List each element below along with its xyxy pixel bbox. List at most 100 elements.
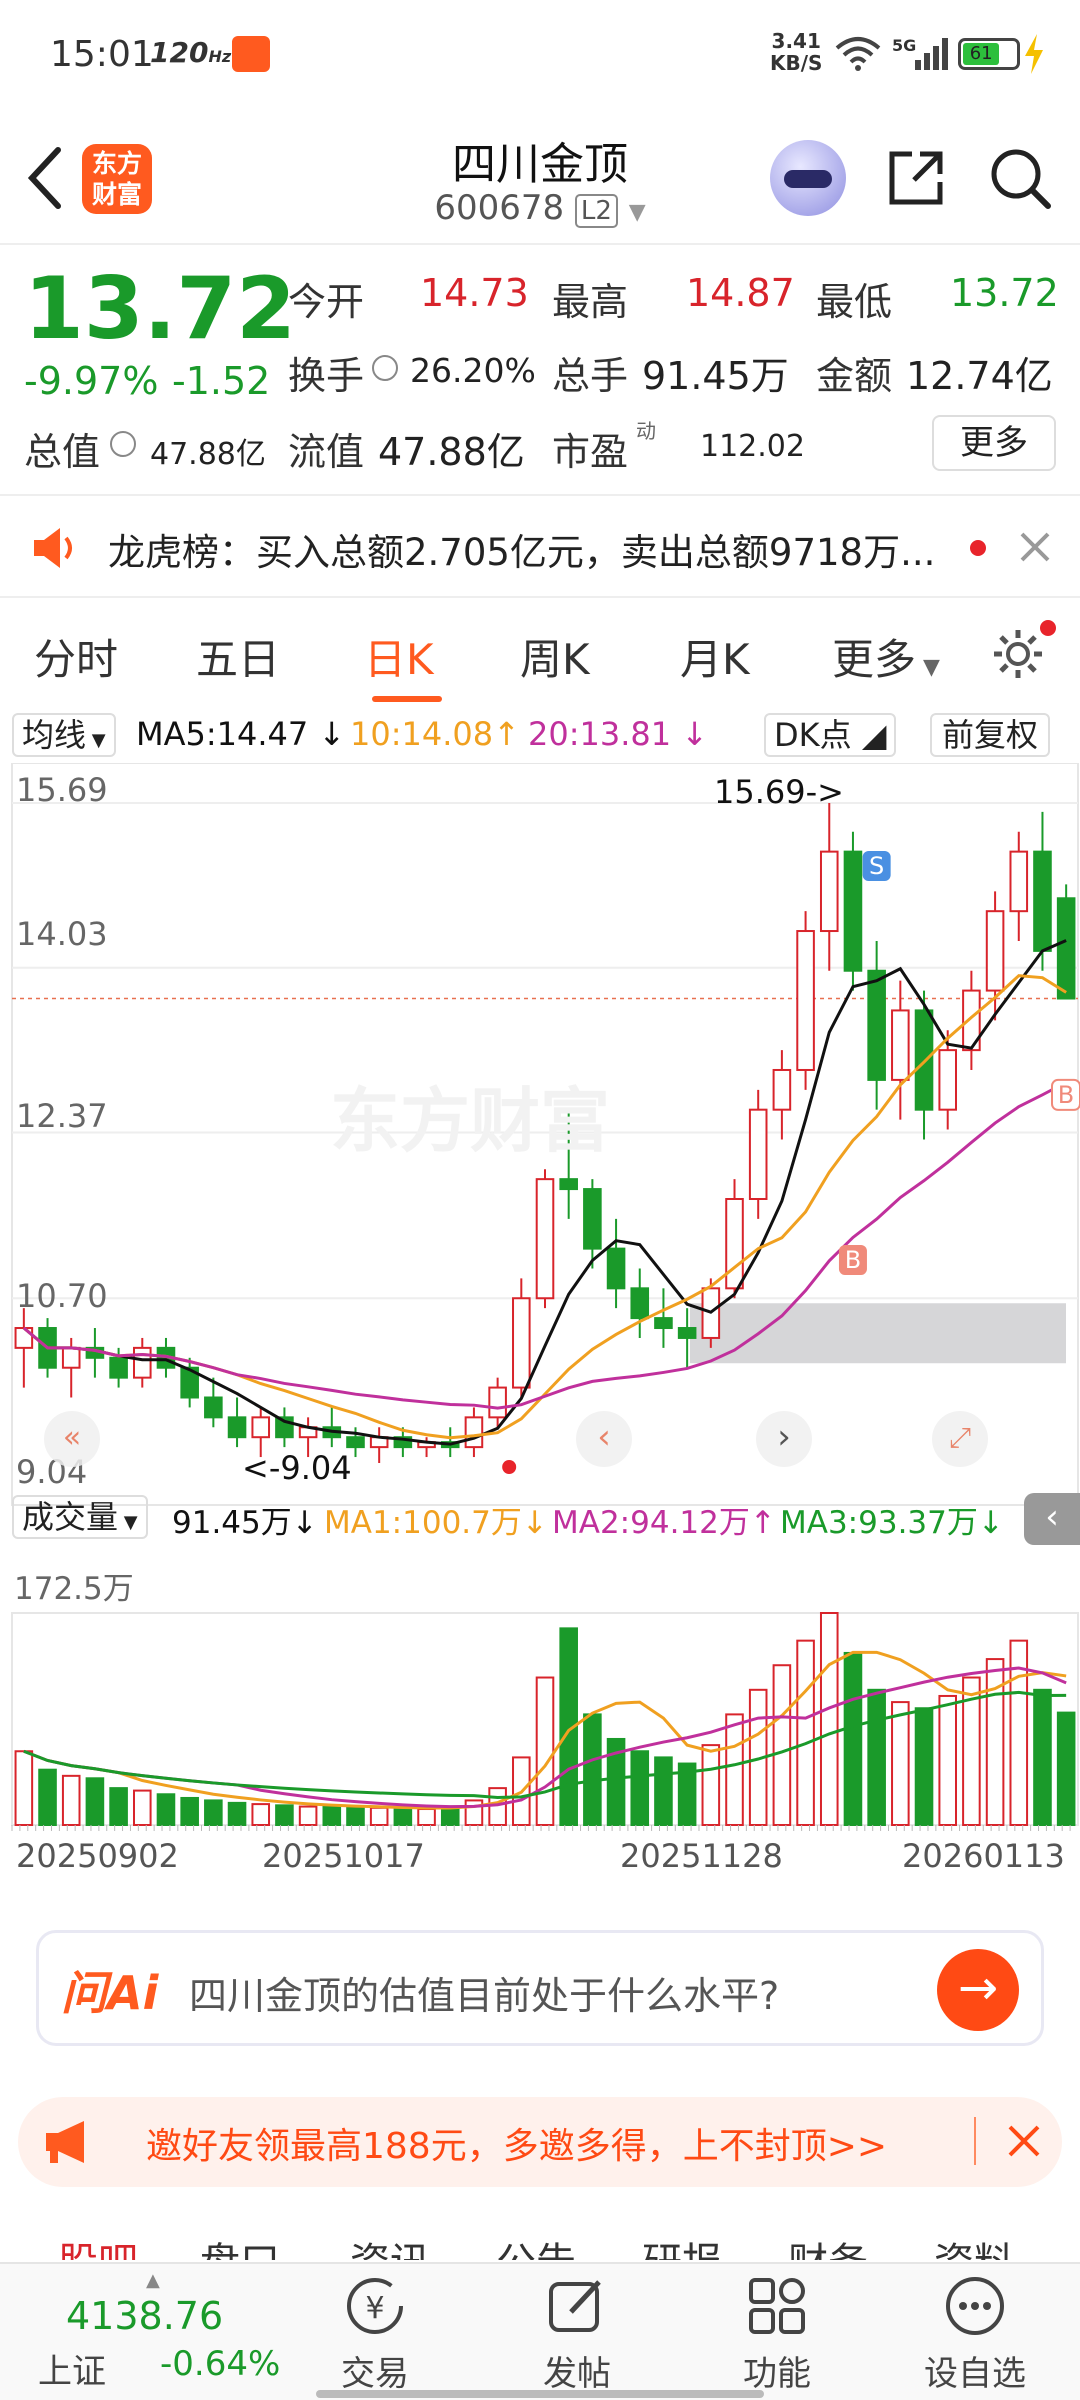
info-icon[interactable] — [110, 431, 136, 457]
market-cap-label: 总值 — [24, 430, 101, 474]
volume-bar — [61, 1774, 81, 1826]
candle — [985, 910, 1005, 992]
change-amount: -1.52 — [172, 359, 271, 403]
tab-more[interactable]: 更多 ▼ — [832, 626, 940, 687]
vol-ma2-label: MA2:94.12万↑ — [552, 1505, 776, 1541]
tab-guba[interactable]: 股吧 — [58, 2230, 138, 2260]
buy-marker-label: B — [1058, 1081, 1074, 1109]
close-icon[interactable] — [1018, 530, 1052, 564]
more-button[interactable]: 更多 — [932, 415, 1056, 471]
period-tabs: 分时 五日 日K 周K 月K 更多 ▼ — [0, 600, 1080, 705]
candle — [654, 1317, 673, 1330]
wifi-icon — [835, 37, 881, 71]
candle — [796, 930, 815, 1071]
tab-news[interactable]: 资讯 — [350, 2230, 430, 2260]
close-icon[interactable] — [1006, 2123, 1042, 2159]
tab-announcement[interactable]: 公告 — [496, 2230, 576, 2260]
volume-bar — [204, 1799, 223, 1826]
tab-profile[interactable]: 资料 — [934, 2230, 1014, 2260]
invite-banner[interactable]: 邀好友领最高188元，多邀多得，上不封顶>> — [18, 2097, 1062, 2187]
volume-bar — [298, 1805, 318, 1826]
speaker-icon — [34, 528, 72, 568]
next-icon[interactable]: › — [756, 1411, 812, 1467]
turnover-value: 26.20% — [410, 351, 536, 390]
pe-value: 112.02 — [700, 429, 805, 464]
invite-text: 邀好友领最高188元，多邀多得，上不封顶>> — [146, 2126, 888, 2167]
tab-finance[interactable]: 财务 — [788, 2230, 868, 2260]
divider — [974, 2117, 976, 2165]
candle — [346, 1436, 365, 1449]
tab-monthly-k[interactable]: 月K — [680, 626, 750, 687]
rewind-icon[interactable]: « — [44, 1411, 100, 1467]
candle — [630, 1287, 650, 1320]
candle — [251, 1416, 271, 1439]
stock-code-row[interactable]: 600678 L2 ▼ — [340, 188, 740, 228]
volume-bar — [369, 1806, 389, 1826]
adjust-type-toggle[interactable]: 前复权 — [930, 713, 1051, 757]
collapse-panel-icon[interactable]: ‹ — [1024, 1493, 1080, 1545]
ai-question-text: 四川金顶的估值目前处于什么水平? — [189, 1974, 780, 2018]
kline-chart-area[interactable]: 均线 ▼ MA5:14.47 ↓ 10:14.08↑ 20:13.81 ↓ DK… — [0, 705, 1080, 1895]
candle — [1033, 850, 1052, 952]
dragon-tiger-notice[interactable]: 龙虎榜：买入总额2.705亿元，卖出总额9718万... — [0, 494, 1080, 598]
index-change: -0.64% — [160, 2344, 281, 2384]
share-icon[interactable] — [884, 146, 948, 210]
tab-weekly-k[interactable]: 周K — [520, 626, 590, 687]
tab-daily-k[interactable]: 日K — [364, 626, 434, 687]
volume-selector[interactable]: 成交量 ▼ — [12, 1495, 148, 1539]
volume-bar — [1033, 1688, 1052, 1826]
unread-dot — [970, 540, 986, 556]
edit-icon — [549, 2280, 601, 2332]
ma5-label: MA5:14.47 ↓ — [136, 715, 346, 753]
candle — [867, 969, 886, 1081]
nav-post[interactable]: 发帖 — [512, 2274, 642, 2395]
info-icon[interactable] — [372, 355, 398, 381]
vol-ma3-label: MA3:93.37万↓ — [780, 1505, 1004, 1541]
volume-bar — [654, 1756, 673, 1827]
ai-question-bar[interactable]: 问Ai 四川金顶的估值目前处于什么水平? → — [36, 1930, 1044, 2046]
pe-superscript: 动 — [636, 419, 656, 443]
tab-five-day[interactable]: 五日 — [196, 626, 280, 687]
watermark: 东方财富 — [330, 1080, 610, 1162]
ai-submit-button[interactable]: → — [937, 1949, 1019, 2031]
float-cap-label: 流值 — [288, 430, 365, 474]
volume-bar — [867, 1688, 886, 1826]
tab-intraday[interactable]: 分时 — [34, 626, 118, 687]
nav-trade[interactable]: ¥ 交易 — [310, 2274, 440, 2395]
index-ticker[interactable]: ▲ 4138.76 上证 -0.64% — [20, 2270, 280, 2394]
settings-badge — [1040, 620, 1056, 636]
candle — [1009, 850, 1029, 913]
low-price-marker: <-9.04 — [242, 1449, 352, 1487]
candle — [1056, 897, 1076, 1000]
signal-icon — [915, 38, 948, 70]
ma-selector[interactable]: 均线 ▼ — [12, 713, 116, 757]
trade-icon: ¥ — [347, 2278, 403, 2334]
status-time: 15:01 — [50, 34, 154, 75]
search-icon[interactable] — [986, 144, 1054, 212]
settings-icon[interactable] — [990, 626, 1046, 682]
nav-add-watchlist[interactable]: 设自选 — [910, 2274, 1040, 2395]
tab-research[interactable]: 研报 — [642, 2230, 722, 2260]
volume-bar — [14, 1750, 34, 1826]
open-value: 14.73 — [420, 271, 529, 315]
volume-bar — [796, 1639, 815, 1826]
y-tick: 12.37 — [16, 1097, 108, 1135]
back-icon[interactable] — [24, 146, 64, 210]
candle — [938, 1049, 958, 1111]
fullscreen-icon[interactable]: ⤢ — [932, 1411, 988, 1467]
candle — [677, 1327, 697, 1339]
prev-icon[interactable]: ‹ — [576, 1411, 632, 1467]
index-value: 4138.76 — [66, 2294, 224, 2338]
dk-point-toggle[interactable]: DK点 ◢ — [764, 713, 897, 757]
amount-label: 金额 — [816, 354, 893, 398]
tab-pankou[interactable]: 盘口 — [200, 2230, 280, 2260]
high-value: 14.87 — [686, 271, 795, 315]
ma20-label: 20:13.81 ↓ — [528, 715, 709, 753]
robot-assistant-icon[interactable] — [770, 140, 846, 216]
app-logo[interactable]: 东方 财富 — [82, 144, 152, 214]
candle — [204, 1396, 223, 1419]
kline-svg[interactable]: S B B — [0, 763, 1080, 1895]
volume-bar — [938, 1694, 958, 1827]
sell-marker-label: S — [869, 852, 884, 880]
nav-functions[interactable]: 功能 — [712, 2274, 842, 2395]
